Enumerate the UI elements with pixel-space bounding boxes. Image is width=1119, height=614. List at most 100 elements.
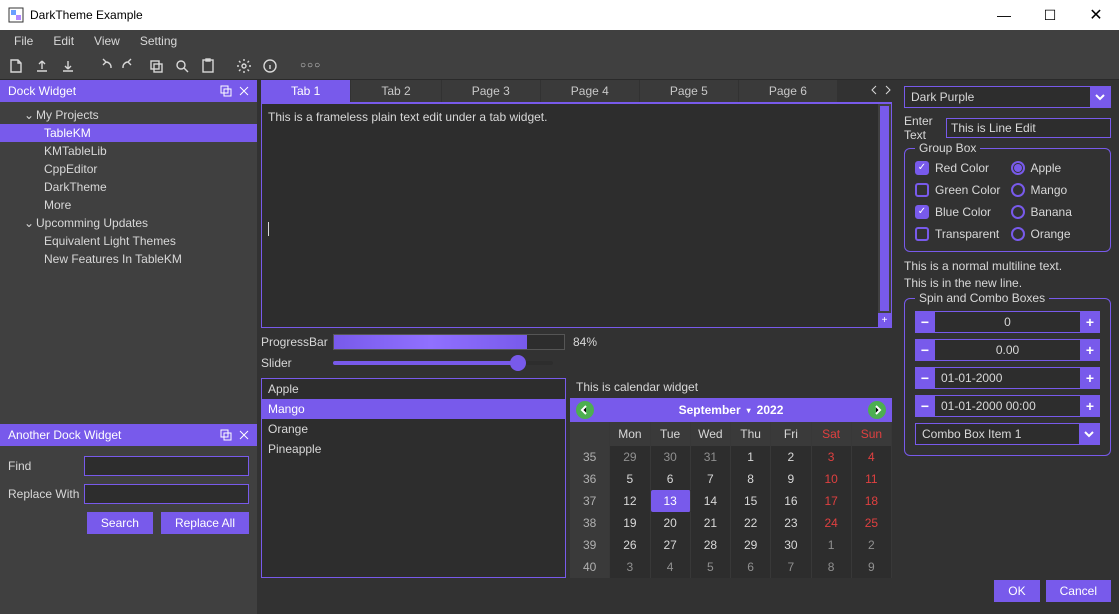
calendar-day[interactable]: 9	[771, 468, 811, 490]
calendar-day[interactable]: 23	[771, 512, 811, 534]
calendar-day[interactable]: 1	[731, 446, 771, 468]
calendar-day[interactable]: 29	[731, 534, 771, 556]
dock1-close-button[interactable]	[235, 82, 253, 100]
dock2-float-button[interactable]	[217, 426, 235, 444]
menu-edit[interactable]: Edit	[43, 32, 84, 50]
calendar-day[interactable]: 16	[771, 490, 811, 512]
copy-icon[interactable]	[144, 54, 168, 78]
list-item[interactable]: Mango	[262, 399, 565, 419]
tree-item[interactable]: KMTableLib	[0, 142, 257, 160]
scrollbar-plus-icon[interactable]: +	[878, 313, 891, 327]
tree-item[interactable]: CppEditor	[0, 160, 257, 178]
date-spinbox[interactable]: −01-01-2000+	[915, 367, 1100, 389]
calendar-day[interactable]: 27	[651, 534, 691, 556]
line-edit-input[interactable]	[946, 118, 1111, 138]
search-button[interactable]: Search	[87, 512, 153, 534]
gear-icon[interactable]	[232, 54, 256, 78]
spin-minus-button[interactable]: −	[915, 339, 935, 361]
tab-1[interactable]: Tab 1	[261, 80, 350, 102]
theme-combo[interactable]: Dark Purple	[904, 86, 1111, 108]
checkbox-red-color[interactable]: Red Color	[915, 161, 1005, 175]
chevron-down-icon[interactable]	[1090, 87, 1110, 107]
scrollbar-thumb[interactable]	[880, 106, 889, 311]
checkbox-box[interactable]	[915, 227, 929, 241]
calendar-day[interactable]: 11	[852, 468, 892, 490]
checkbox-green-color[interactable]: Green Color	[915, 183, 1005, 197]
replace-input[interactable]	[84, 484, 249, 504]
datetime-spinbox[interactable]: −01-01-2000 00:00+	[915, 395, 1100, 417]
calendar-day[interactable]: 8	[731, 468, 771, 490]
vertical-scrollbar[interactable]: +	[878, 103, 892, 328]
calendar-day[interactable]: 19	[610, 512, 650, 534]
calendar-day[interactable]: 14	[691, 490, 731, 512]
calendar-day[interactable]: 3	[610, 556, 650, 578]
calendar-day[interactable]: 28	[691, 534, 731, 556]
tab-scroll-right-icon[interactable]	[882, 84, 892, 98]
list-item[interactable]: Apple	[262, 379, 565, 399]
redo-icon[interactable]	[118, 54, 142, 78]
toolbar-overflow[interactable]: ○○○	[294, 60, 327, 71]
calendar-grid[interactable]: MonTueWedThuFriSatSun3529303112343656789…	[570, 422, 892, 578]
upload-icon[interactable]	[30, 54, 54, 78]
cancel-button[interactable]: Cancel	[1046, 580, 1111, 602]
tab-page-4[interactable]: Page 4	[541, 80, 639, 102]
menu-setting[interactable]: Setting	[130, 32, 187, 50]
calendar-day[interactable]: 18	[852, 490, 892, 512]
calendar-day[interactable]: 7	[691, 468, 731, 490]
radio-box[interactable]	[1011, 183, 1025, 197]
radio-orange[interactable]: Orange	[1011, 227, 1101, 241]
calendar-day[interactable]: 20	[651, 512, 691, 534]
calendar-day[interactable]: 30	[651, 446, 691, 468]
list-item[interactable]: Pineapple	[262, 439, 565, 459]
checkbox-blue-color[interactable]: Blue Color	[915, 205, 1005, 219]
list-item[interactable]: Orange	[262, 419, 565, 439]
radio-box[interactable]	[1011, 227, 1025, 241]
calendar-day[interactable]: 3	[812, 446, 852, 468]
calendar-day[interactable]: 25	[852, 512, 892, 534]
checkbox-box[interactable]	[915, 183, 929, 197]
tab-2[interactable]: Tab 2	[351, 80, 440, 102]
calendar-day[interactable]: 26	[610, 534, 650, 556]
minimize-button[interactable]: ―	[981, 0, 1027, 30]
spin-plus-button[interactable]: +	[1080, 395, 1100, 417]
tree-item[interactable]: DarkTheme	[0, 178, 257, 196]
tab-page-5[interactable]: Page 5	[640, 80, 738, 102]
tree-root-upcoming[interactable]: ⌄Upcomming Updates	[0, 214, 257, 232]
calendar-day[interactable]: 5	[691, 556, 731, 578]
info-icon[interactable]	[258, 54, 282, 78]
calendar-day[interactable]: 21	[691, 512, 731, 534]
spin-minus-button[interactable]: −	[915, 367, 935, 389]
calendar-prev-button[interactable]	[576, 401, 594, 419]
paste-icon[interactable]	[196, 54, 220, 78]
calendar-year[interactable]: 2022	[757, 403, 784, 417]
replace-all-button[interactable]: Replace All	[161, 512, 249, 534]
calendar-next-button[interactable]	[868, 401, 886, 419]
find-input[interactable]	[84, 456, 249, 476]
spin-plus-button[interactable]: +	[1080, 339, 1100, 361]
calendar-day[interactable]: 2	[771, 446, 811, 468]
maximize-button[interactable]: ☐	[1027, 0, 1073, 30]
double-spinbox[interactable]: −0.00+	[915, 339, 1100, 361]
calendar-day[interactable]: 9	[852, 556, 892, 578]
tree-item[interactable]: More	[0, 196, 257, 214]
new-file-icon[interactable]	[4, 54, 28, 78]
spin-plus-button[interactable]: +	[1080, 367, 1100, 389]
menu-file[interactable]: File	[4, 32, 43, 50]
spin-plus-button[interactable]: +	[1080, 311, 1100, 333]
chevron-down-icon[interactable]	[1079, 424, 1099, 444]
radio-apple[interactable]: Apple	[1011, 161, 1101, 175]
calendar-day[interactable]: 4	[651, 556, 691, 578]
radio-mango[interactable]: Mango	[1011, 183, 1101, 197]
tree-item[interactable]: Equivalent Light Themes	[0, 232, 257, 250]
calendar-day[interactable]: 22	[731, 512, 771, 534]
calendar-day[interactable]: 8	[812, 556, 852, 578]
checkbox-box[interactable]	[915, 161, 929, 175]
calendar-day[interactable]: 1	[812, 534, 852, 556]
radio-box[interactable]	[1011, 161, 1025, 175]
spin-minus-button[interactable]: −	[915, 311, 935, 333]
dock2-close-button[interactable]	[235, 426, 253, 444]
tab-page-6[interactable]: Page 6	[739, 80, 837, 102]
calendar-day[interactable]: 13	[651, 490, 691, 512]
project-tree[interactable]: ⌄My Projects TableKM KMTableLib CppEdito…	[0, 102, 257, 272]
fruit-listbox[interactable]: Apple Mango Orange Pineapple	[261, 378, 566, 578]
